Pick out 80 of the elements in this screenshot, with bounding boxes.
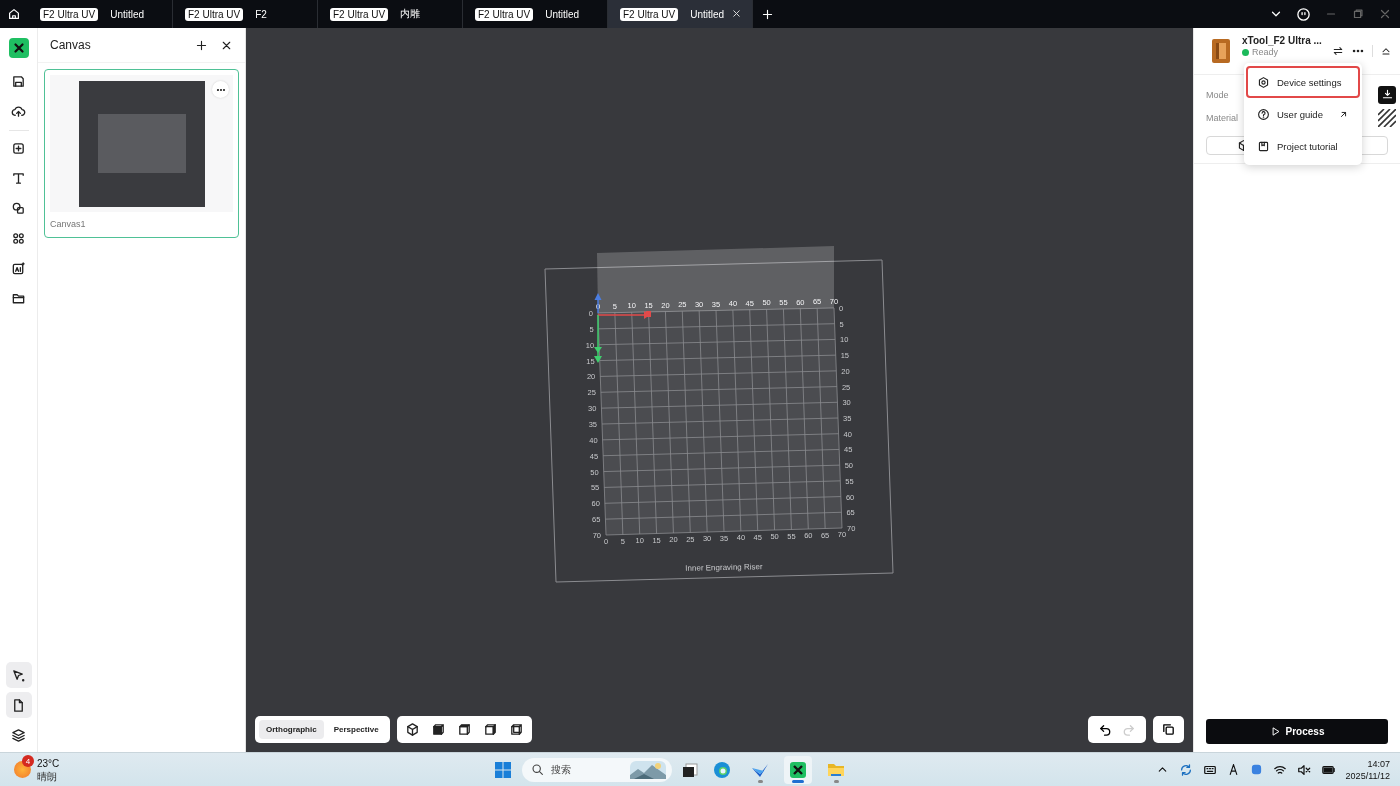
view-mode-tab[interactable]: Orthographic [259,720,324,739]
engrave-mode-button[interactable] [1378,85,1396,104]
machine-badge: F2 Ultra UV [185,7,244,21]
app-logo-icon[interactable] [788,759,808,780]
text-icon[interactable] [11,170,26,186]
temperature: 23°C [37,756,60,770]
tab-title: 内雕 [400,7,421,21]
task-view-icon[interactable] [682,761,698,778]
collapse-icon[interactable] [1380,45,1392,57]
help-icon [1257,107,1270,121]
status-dot [1242,48,1249,56]
x-mark-icon [11,41,26,55]
gear-icon [1257,75,1270,89]
swap-icon[interactable] [1332,45,1344,57]
clock-date: 2025/11/12 [1345,769,1390,782]
restore-icon[interactable] [1351,7,1365,21]
running-indicator [792,779,804,783]
field-label: Mode [1206,89,1229,100]
weather-condition: 晴朗 [37,769,58,783]
save-icon[interactable] [11,73,26,89]
view-mode-tab[interactable]: Perspective [326,720,386,739]
tool-toggle[interactable] [5,662,32,688]
machine-badge: F2 Ultra UV [330,7,389,21]
book-icon [1257,139,1270,153]
more-button[interactable] [212,81,229,98]
ai-image-icon[interactable] [11,260,26,276]
front-view-icon[interactable] [430,722,446,737]
add-box-icon[interactable] [11,140,26,156]
menu-item[interactable]: User guide [1246,98,1360,130]
machine-badge: F2 Ultra UV [475,7,534,21]
sync-icon[interactable] [1178,762,1193,777]
app-tray-icon[interactable] [1249,763,1263,776]
canvas-card[interactable]: Canvas1 [44,69,239,238]
tab-title: F2 [255,8,267,20]
device-status: Ready [1252,47,1278,57]
home-icon[interactable] [7,7,21,21]
running-indicator [757,779,763,783]
running-indicator [833,779,839,783]
machine-badge: F2 Ultra UV [40,7,99,21]
axis-gizmo[interactable] [594,293,651,363]
smiley-icon[interactable] [1296,6,1311,22]
laser-head-icon [1380,88,1394,101]
panel-title: Canvas [50,38,92,52]
add-tab-icon[interactable] [761,7,774,21]
select-icon[interactable] [11,667,26,683]
machine-badge: F2 Ultra UV [620,7,679,21]
process-button[interactable]: Process [1206,719,1388,744]
close-icon[interactable] [731,8,742,19]
copy-icon[interactable] [1161,722,1176,737]
side-view-icon[interactable] [482,722,498,737]
layers-icon[interactable] [11,727,26,743]
cloud-upload-icon[interactable] [11,103,26,119]
top-view-icon[interactable] [456,722,472,737]
browser-icon[interactable] [712,759,732,780]
field-label: Material [1206,112,1238,123]
hatched-material-icon[interactable] [1378,108,1396,127]
device-name: xTool_F2 Ultra ... [1242,35,1322,46]
canvas-name: Canvas1 [50,219,86,229]
laser-machine-icon [1210,37,1232,65]
notification-badge: 4 [22,755,34,767]
speaker-muted-icon[interactable] [1296,762,1311,777]
tab-title: Untitled [545,8,580,20]
undo-icon[interactable] [1098,722,1113,737]
platform-label: Inner Engraving Riser [685,562,763,573]
shapes-icon[interactable] [11,200,26,216]
search-icon [531,763,544,776]
back-view-icon[interactable] [508,722,524,737]
tab-title: Untitled [690,8,725,20]
clock-time: 14:07 [1367,757,1390,770]
page-icon[interactable] [11,697,26,713]
app-logo[interactable] [8,38,29,58]
search-field[interactable]: 搜索 [522,757,672,782]
tab-title: Untitled [110,8,145,20]
add-icon[interactable] [195,38,208,52]
menu-item[interactable]: Project tutorial [1246,130,1360,162]
tool-toggle[interactable] [5,692,32,718]
apps-grid-icon[interactable] [11,230,26,246]
start-icon[interactable] [494,760,512,779]
document-tab[interactable]: F2 Ultra UV Untitled [608,0,753,28]
menu-item[interactable]: Device settings [1246,66,1360,98]
